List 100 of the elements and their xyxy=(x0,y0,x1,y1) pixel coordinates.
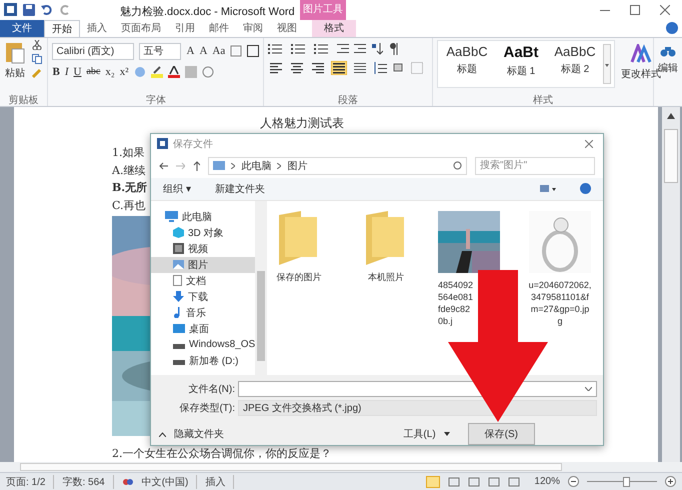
ribbon-tab[interactable]: 插入 xyxy=(80,20,114,37)
ribbon-tab[interactable]: 引用 xyxy=(168,20,202,37)
scissors-icon[interactable] xyxy=(32,40,42,50)
nav-item[interactable]: 3D 对象 xyxy=(151,224,256,241)
font-button[interactable]: U xyxy=(74,66,82,78)
font-color-icon[interactable] xyxy=(168,66,180,78)
breadcrumb[interactable]: 此电脑 xyxy=(241,158,272,173)
file-name[interactable]: 4854092 564e081 fde9c82 0b.j xyxy=(438,278,474,327)
address-bar[interactable]: 此电脑 图片 xyxy=(208,156,468,175)
caret-up-icon[interactable] xyxy=(159,432,166,436)
ribbon-tab[interactable]: 格式 xyxy=(312,20,356,37)
hide-folders-toggle[interactable]: 隐藏文件夹 xyxy=(174,427,224,441)
save-icon[interactable] xyxy=(23,4,35,16)
nav-item[interactable]: 桌面 xyxy=(151,320,256,337)
ribbon-tab[interactable]: 视图 xyxy=(270,20,304,37)
view-options-icon[interactable] xyxy=(540,184,556,193)
file-type-dropdown[interactable]: JPEG 文件交换格式 (*.jpg) xyxy=(238,400,597,416)
font-button[interactable]: A xyxy=(199,45,208,58)
nav-item[interactable]: 下载 xyxy=(151,288,256,305)
ribbon-tab[interactable]: 邮件 xyxy=(202,20,236,37)
ribbon-tab[interactable]: 审阅 xyxy=(236,20,270,37)
back-icon[interactable] xyxy=(159,162,168,170)
font-button[interactable]: B xyxy=(52,66,60,78)
undo-icon[interactable] xyxy=(41,4,53,16)
font-button[interactable]: I xyxy=(64,66,68,78)
align-button[interactable] xyxy=(268,60,284,75)
line-spacing-icon[interactable] xyxy=(373,62,388,74)
change-styles-icon[interactable] xyxy=(630,44,652,64)
copy-icon[interactable] xyxy=(32,54,42,64)
zoom-in-icon[interactable] xyxy=(665,476,676,488)
up-icon[interactable] xyxy=(193,160,200,171)
organize-menu[interactable]: 组织 ▾ xyxy=(163,182,191,196)
page-count[interactable]: 页面: 1/2 xyxy=(6,474,54,489)
nav-item[interactable]: 文档 xyxy=(151,272,256,289)
horizontal-scroll-thumb[interactable] xyxy=(20,463,562,472)
close-icon[interactable] xyxy=(585,140,593,148)
font-button[interactable]: x₂ xyxy=(105,66,115,78)
nav-item[interactable]: 视频 xyxy=(151,240,256,257)
nav-item[interactable]: 此电脑 xyxy=(151,208,256,225)
breadcrumb[interactable]: 图片 xyxy=(287,158,308,173)
proofing-icon[interactable] xyxy=(122,476,134,487)
indent-icon[interactable] xyxy=(354,42,366,55)
view-icon[interactable] xyxy=(448,476,460,487)
scroll-up-icon[interactable] xyxy=(667,113,675,120)
nav-item[interactable]: 新加卷 (D:) xyxy=(151,352,256,369)
scroll-thumb[interactable] xyxy=(257,270,266,361)
view-icon[interactable] xyxy=(488,476,500,487)
view-icon[interactable] xyxy=(508,476,520,487)
align-button[interactable] xyxy=(310,60,326,75)
insert-mode-indicator[interactable]: 插入 xyxy=(205,474,234,489)
zoom-slider[interactable] xyxy=(587,476,657,488)
editing-button[interactable]: 编辑 xyxy=(658,60,678,75)
ribbon-tab[interactable]: 页面布局 xyxy=(114,20,168,37)
font-size-field[interactable]: 五号 xyxy=(139,42,182,60)
ribbon-tab[interactable]: 文件 xyxy=(0,20,44,37)
tools-menu[interactable]: 工具(L) xyxy=(403,427,436,441)
word-count[interactable]: 字数: 564 xyxy=(62,474,114,489)
circle-icon[interactable] xyxy=(202,66,214,78)
ribbon-tab[interactable]: 开始 xyxy=(44,20,80,37)
phonetic-icon[interactable] xyxy=(230,45,242,58)
align-button[interactable] xyxy=(352,60,368,75)
nav-item[interactable]: 音乐 xyxy=(151,304,256,321)
align-button[interactable] xyxy=(289,60,306,75)
search-field[interactable]: 搜索"图片" xyxy=(475,156,596,175)
style-preset[interactable]: AaBt 标题 1 xyxy=(495,44,547,84)
maximize-icon[interactable] xyxy=(630,4,640,15)
help-icon[interactable] xyxy=(580,183,591,194)
slider-thumb[interactable] xyxy=(622,476,630,487)
borders-icon[interactable] xyxy=(411,62,424,74)
close-icon[interactable] xyxy=(660,4,670,15)
zoom-out-icon[interactable] xyxy=(568,476,579,488)
view-icon[interactable] xyxy=(468,476,480,487)
paste-button[interactable]: 粘贴 xyxy=(5,66,25,80)
word-logo-icon[interactable] xyxy=(4,3,17,16)
nav-item[interactable]: Windows8_OS xyxy=(151,336,256,353)
font-button[interactable]: abc xyxy=(86,66,100,78)
file-name[interactable]: 保存的图片 xyxy=(276,270,322,283)
style-preset[interactable]: AaBbC 标题 2 xyxy=(549,44,601,84)
file-name[interactable]: u=2046072062, 3479581101&f m=27&gp=0.jp g xyxy=(528,278,592,327)
pilcrow-icon[interactable] xyxy=(388,42,398,55)
font-name-field[interactable]: Calibri (西文) xyxy=(52,42,134,60)
help-icon[interactable] xyxy=(666,22,678,34)
style-preset[interactable]: AaBbC 标题 xyxy=(441,44,493,84)
font-button[interactable]: Aa xyxy=(212,45,226,58)
nav-item[interactable]: 图片 xyxy=(151,256,256,273)
file-name[interactable]: 本机照片 xyxy=(368,270,404,283)
sort-icon[interactable] xyxy=(371,42,384,55)
new-folder-button[interactable]: 新建文件夹 xyxy=(214,182,265,196)
language-indicator[interactable]: 中文(中国) xyxy=(142,474,198,489)
font-button[interactable]: x² xyxy=(120,66,128,78)
scroll-thumb[interactable] xyxy=(664,129,678,184)
indent-icon[interactable] xyxy=(337,42,350,55)
dropdown-icon[interactable] xyxy=(444,432,450,436)
font-button[interactable]: A xyxy=(186,45,194,58)
align-button[interactable] xyxy=(331,60,348,75)
refresh-icon[interactable] xyxy=(453,161,462,170)
save-button[interactable]: 保存(S) xyxy=(468,423,535,445)
zoom-level[interactable]: 120% xyxy=(534,476,560,488)
border-icon[interactable] xyxy=(247,45,260,58)
highlight-icon[interactable] xyxy=(150,66,162,78)
